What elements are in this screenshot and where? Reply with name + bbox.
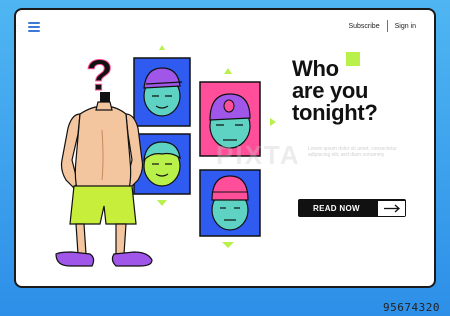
landing-page-window: Subscribe Sign in ? PIXTA Who are you to…	[14, 8, 436, 288]
read-now-button[interactable]: READ NOW	[298, 199, 406, 217]
triangle-up-decoration	[224, 68, 232, 74]
portrait-card-top	[133, 57, 191, 127]
page-headline: Who are you tonight?	[292, 58, 378, 124]
triangle-down-decoration	[157, 200, 167, 206]
question-mark-glyph: ?	[86, 51, 113, 100]
triangle-up-decoration	[159, 45, 165, 50]
headline-line: Who	[292, 56, 339, 81]
read-now-label: READ NOW	[313, 203, 360, 213]
body-text: Lorem ipsum dolor sit amet, consectetur …	[308, 146, 397, 158]
triangle-right-decoration	[270, 118, 276, 126]
portrait-card-bottom-right	[199, 169, 261, 237]
triangle-down-decoration	[222, 242, 234, 248]
arrow-right-icon	[377, 200, 405, 216]
watermark-text: PIXTA	[216, 140, 301, 170]
headline-line: are you	[292, 78, 369, 103]
headline-line: tonight?	[292, 100, 378, 125]
image-id-label: 95674320	[383, 301, 440, 314]
